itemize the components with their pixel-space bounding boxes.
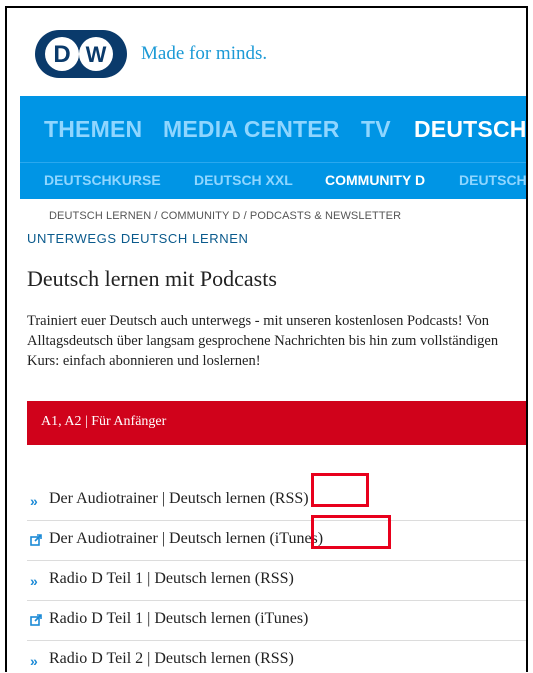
- external-link-icon: [30, 614, 44, 628]
- list-item[interactable]: » Der Audiotrainer | Deutsch lernen (RSS…: [27, 481, 526, 521]
- sub-nav: DEUTSCHKURSE DEUTSCH XXL COMMUNITY D DEU…: [20, 162, 526, 199]
- main-nav-item-themen[interactable]: THEMEN: [44, 116, 142, 143]
- external-link-icon: [30, 534, 44, 548]
- podcast-link[interactable]: Radio D Teil 2 | Deutsch lernen (RSS): [49, 650, 294, 668]
- podcast-link[interactable]: Radio D Teil 1 | Deutsch lernen (RSS): [49, 570, 294, 588]
- podcast-link[interactable]: Der Audiotrainer | Deutsch lernen (iTune…: [49, 530, 323, 548]
- highlight-box-rss: [311, 473, 369, 507]
- highlight-box-itunes: [311, 515, 391, 549]
- header: D W Made for minds.: [35, 30, 267, 78]
- brand-tagline: Made for minds.: [141, 43, 268, 64]
- svg-text:W: W: [86, 42, 107, 67]
- sub-nav-item-deutsch-xxl[interactable]: DEUTSCH XXL: [194, 172, 293, 188]
- level-section-header: A1, A2 | Für Anfänger: [27, 401, 526, 445]
- main-nav: THEMEN MEDIA CENTER TV DEUTSCH: [20, 96, 526, 162]
- sub-nav-item-deutsch[interactable]: DEUTSCH: [459, 172, 526, 188]
- list-item[interactable]: » Radio D Teil 2 | Deutsch lernen (RSS): [27, 641, 526, 672]
- sub-nav-item-deutschkurse[interactable]: DEUTSCHKURSE: [44, 172, 161, 188]
- sub-nav-item-community-d[interactable]: COMMUNITY D: [325, 172, 425, 188]
- podcast-link[interactable]: Der Audiotrainer | Deutsch lernen (RSS): [49, 490, 309, 508]
- double-chevron-icon: »: [30, 573, 38, 589]
- list-item[interactable]: Der Audiotrainer | Deutsch lernen (iTune…: [27, 521, 526, 561]
- page-title: Deutsch lernen mit Podcasts: [27, 266, 277, 291]
- dw-logo[interactable]: D W: [35, 30, 127, 78]
- section-kicker: UNTERWEGS DEUTSCH LERNEN: [27, 231, 249, 246]
- level-section-label: A1, A2 | Für Anfänger: [41, 414, 167, 429]
- podcast-list: » Der Audiotrainer | Deutsch lernen (RSS…: [27, 481, 526, 672]
- main-nav-item-media-center[interactable]: MEDIA CENTER: [163, 116, 340, 143]
- dw-logo-icon: D W: [45, 37, 113, 71]
- list-item[interactable]: » Radio D Teil 1 | Deutsch lernen (RSS): [27, 561, 526, 601]
- main-nav-item-tv[interactable]: TV: [361, 116, 391, 143]
- list-item[interactable]: Radio D Teil 1 | Deutsch lernen (iTunes): [27, 601, 526, 641]
- breadcrumb[interactable]: DEUTSCH LERNEN / COMMUNITY D / PODCASTS …: [49, 210, 401, 222]
- double-chevron-icon: »: [30, 653, 38, 669]
- podcast-link[interactable]: Radio D Teil 1 | Deutsch lernen (iTunes): [49, 610, 308, 628]
- page-frame: D W Made for minds. THEMEN MEDIA CENTER …: [5, 6, 528, 672]
- double-chevron-icon: »: [30, 493, 38, 509]
- intro-text: Trainiert euer Deutsch auch unterwegs - …: [27, 313, 499, 369]
- main-nav-item-deutsch[interactable]: DEUTSCH: [414, 116, 526, 143]
- svg-text:D: D: [53, 41, 70, 68]
